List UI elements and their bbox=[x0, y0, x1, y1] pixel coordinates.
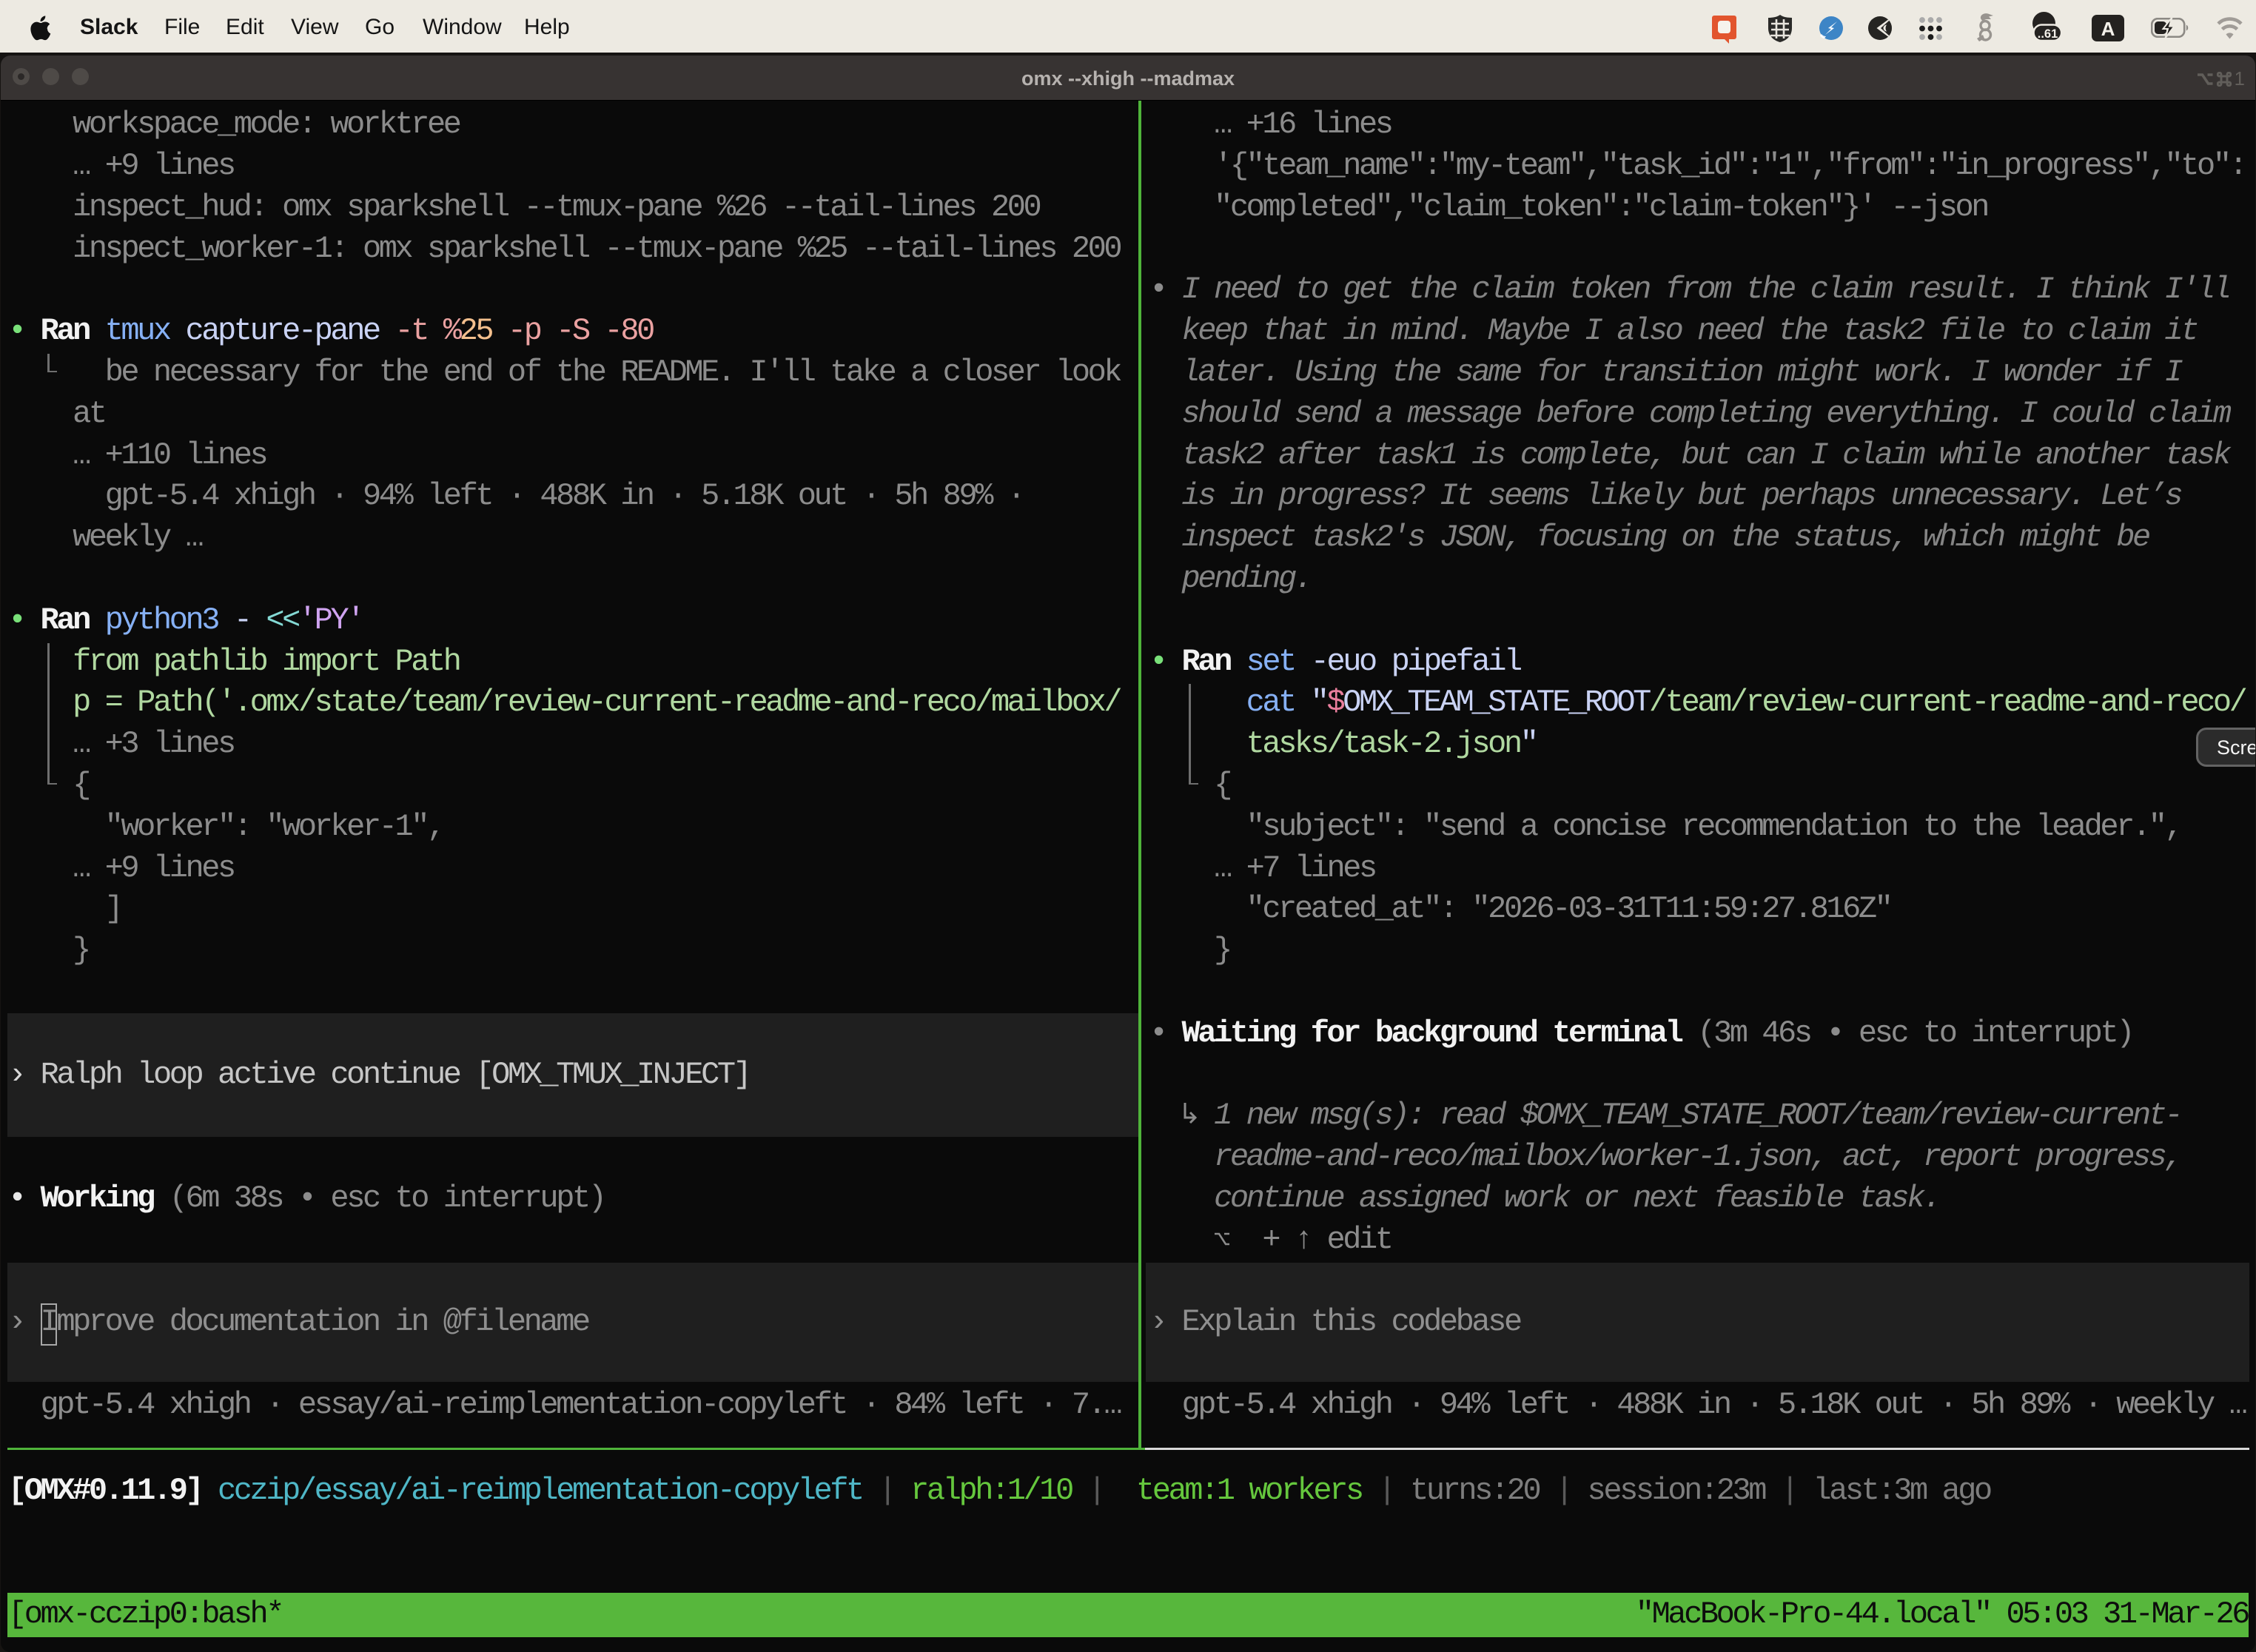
svg-text:A: A bbox=[2101, 18, 2115, 40]
svg-text:..61: ..61 bbox=[2038, 27, 2058, 41]
